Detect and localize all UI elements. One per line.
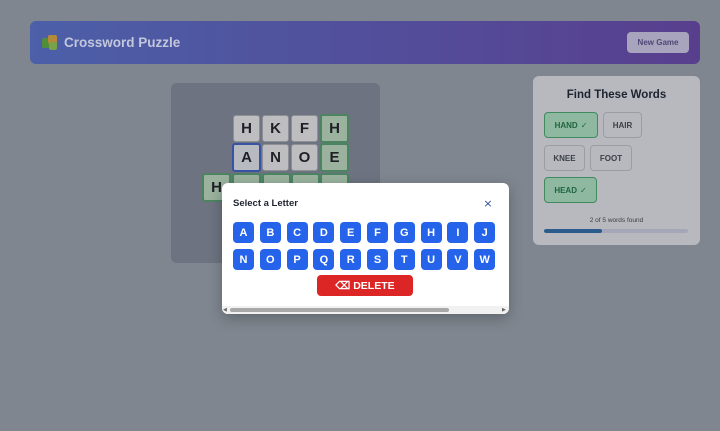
letter-button-e[interactable]: E (340, 222, 362, 243)
modal-title: Select a Letter (233, 198, 298, 209)
grid-cell-found[interactable]: E (320, 143, 349, 172)
letter-button-t[interactable]: T (393, 249, 415, 270)
word-chip: HAIR (603, 112, 642, 138)
letter-button-q[interactable]: Q (313, 249, 335, 270)
letter-button-u[interactable]: U (420, 249, 442, 270)
letter-button-s[interactable]: S (367, 249, 388, 270)
words-panel: Find These Words HAND ✓ HAIR KNEE FOOT H… (533, 76, 700, 245)
letter-button-j[interactable]: J (474, 222, 496, 243)
progress-text: 2 of 5 words found (589, 217, 644, 224)
grid-cell[interactable]: N (262, 144, 289, 171)
check-icon: ✓ (580, 120, 588, 130)
horizontal-scrollbar[interactable]: ◀ ▶ (222, 306, 509, 314)
letter-button-i[interactable]: I (447, 222, 469, 243)
grid-cell[interactable]: K (262, 115, 289, 142)
letter-button-w[interactable]: W (474, 249, 496, 270)
scroll-thumb[interactable] (230, 308, 449, 312)
letter-button-g[interactable]: G (393, 222, 415, 243)
letter-picker-modal: Select a Letter × ABCDEFGHIJ NOPQRSTUVW … (222, 183, 509, 314)
grid-cell[interactable]: O (291, 144, 318, 171)
grid-cell-found[interactable]: H (320, 114, 349, 143)
letter-button-a[interactable]: A (233, 222, 254, 243)
word-chip-found: HEAD ✓ (544, 177, 597, 203)
word-chip: FOOT (590, 145, 632, 171)
letter-button-h[interactable]: H (420, 222, 442, 243)
backspace-icon: ⌫ (335, 279, 351, 292)
word-label: HAND (554, 120, 578, 130)
puzzle-piece-icon (42, 34, 58, 51)
delete-label: DELETE (353, 279, 395, 292)
letter-button-r[interactable]: R (340, 249, 362, 270)
scroll-right-icon[interactable]: ▶ (502, 307, 506, 313)
grid-cell-selected[interactable]: A (232, 143, 261, 172)
letter-button-c[interactable]: C (286, 222, 308, 243)
grid-cell[interactable]: F (291, 115, 318, 142)
word-label: HEAD (554, 185, 577, 195)
scroll-left-icon[interactable]: ◀ (223, 307, 227, 313)
letter-button-f[interactable]: F (367, 222, 388, 243)
progress-bar (544, 229, 688, 233)
letter-button-p[interactable]: P (286, 249, 308, 270)
app-title: Crossword Puzzle (64, 35, 181, 50)
word-chip: KNEE (544, 145, 585, 171)
grid-cell[interactable]: H (233, 115, 260, 142)
letter-button-n[interactable]: N (233, 249, 254, 270)
new-game-button[interactable]: New Game (627, 32, 689, 53)
letter-button-v[interactable]: V (447, 249, 469, 270)
check-icon: ✓ (579, 185, 587, 195)
word-chip-found: HAND ✓ (544, 112, 598, 138)
letter-button-b[interactable]: B (259, 222, 281, 243)
close-icon[interactable]: × (481, 197, 495, 211)
app-header: Crossword Puzzle New Game (30, 21, 700, 64)
letter-button-o[interactable]: O (259, 249, 281, 270)
words-panel-title: Find These Words (566, 89, 667, 101)
delete-button[interactable]: ⌫ DELETE (317, 275, 413, 296)
progress-fill (544, 229, 602, 233)
letter-button-d[interactable]: D (313, 222, 335, 243)
